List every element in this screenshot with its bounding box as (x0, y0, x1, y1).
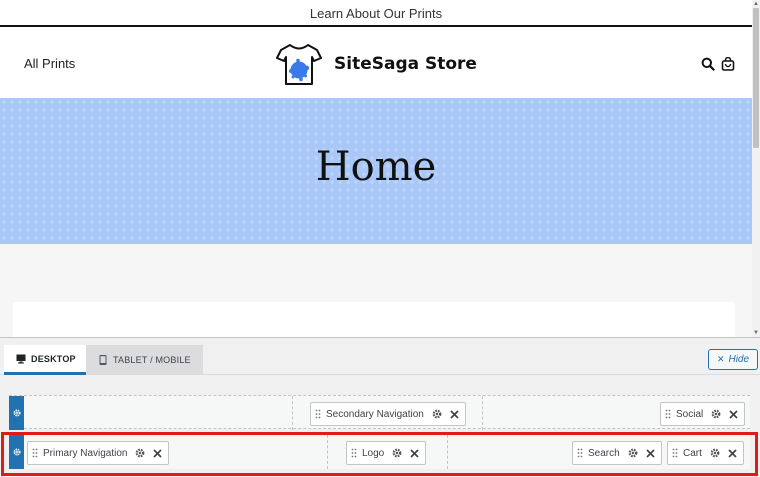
announcement-bar: Learn About Our Prints (0, 0, 752, 27)
tab-desktop-label: DESKTOP (31, 353, 76, 364)
gear-icon[interactable] (432, 409, 442, 419)
site-header: All Prints SiteSaga Store (0, 27, 752, 98)
column-divider (482, 396, 483, 430)
announcement-link[interactable]: Learn About Our Prints (310, 6, 442, 21)
page-hero: Home (0, 98, 752, 244)
item-label: Social (676, 408, 704, 420)
device-tabs: DESKTOP TABLET / MOBILE ✕ Hide (0, 338, 760, 375)
search-icon[interactable] (701, 57, 715, 71)
item-label: Secondary Navigation (326, 408, 424, 420)
drag-handle-icon[interactable] (315, 409, 321, 419)
content-card (13, 302, 735, 337)
hide-builder-button[interactable]: ✕ Hide (708, 349, 758, 370)
tshirt-logo-icon (276, 44, 322, 85)
preview-scrollbar[interactable]: ▲ ▼ (752, 0, 760, 337)
scroll-down-arrow-icon[interactable]: ▼ (752, 329, 760, 337)
close-icon[interactable] (729, 409, 738, 419)
gear-icon[interactable] (711, 409, 721, 419)
site-logo[interactable]: SiteSaga Store (276, 41, 477, 87)
header-top-row[interactable]: Secondary Navigation Social (9, 395, 750, 430)
gear-icon (12, 409, 21, 417)
tab-desktop[interactable]: DESKTOP (4, 345, 88, 375)
scrollbar-thumb[interactable] (753, 8, 759, 148)
close-icon[interactable] (450, 409, 459, 419)
row-settings-handle[interactable] (9, 396, 24, 430)
hide-label: Hide (728, 354, 750, 365)
scroll-up-arrow-icon[interactable]: ▲ (752, 0, 760, 8)
page-content (0, 244, 752, 337)
tab-tablet-label: TABLET / MOBILE (113, 355, 191, 365)
tab-tablet-mobile[interactable]: TABLET / MOBILE (86, 345, 203, 375)
page-title: Home (315, 144, 437, 190)
builder-item-secondary-navigation[interactable]: Secondary Navigation (310, 402, 466, 426)
close-icon: ✕ (716, 354, 725, 364)
tablet-icon (99, 355, 107, 365)
builder-item-social[interactable]: Social (660, 402, 746, 426)
cart-icon[interactable] (721, 57, 735, 71)
site-page: Learn About Our Prints All Prints SiteSa… (0, 0, 752, 337)
desktop-icon (16, 354, 26, 363)
logo-text: SiteSaga Store (334, 54, 477, 74)
site-preview-frame: Learn About Our Prints All Prints SiteSa… (0, 0, 760, 337)
nav-link-all-prints[interactable]: All Prints (24, 56, 75, 71)
drag-handle-icon[interactable] (665, 409, 671, 419)
highlight-box (1, 432, 758, 476)
column-divider (292, 396, 293, 430)
